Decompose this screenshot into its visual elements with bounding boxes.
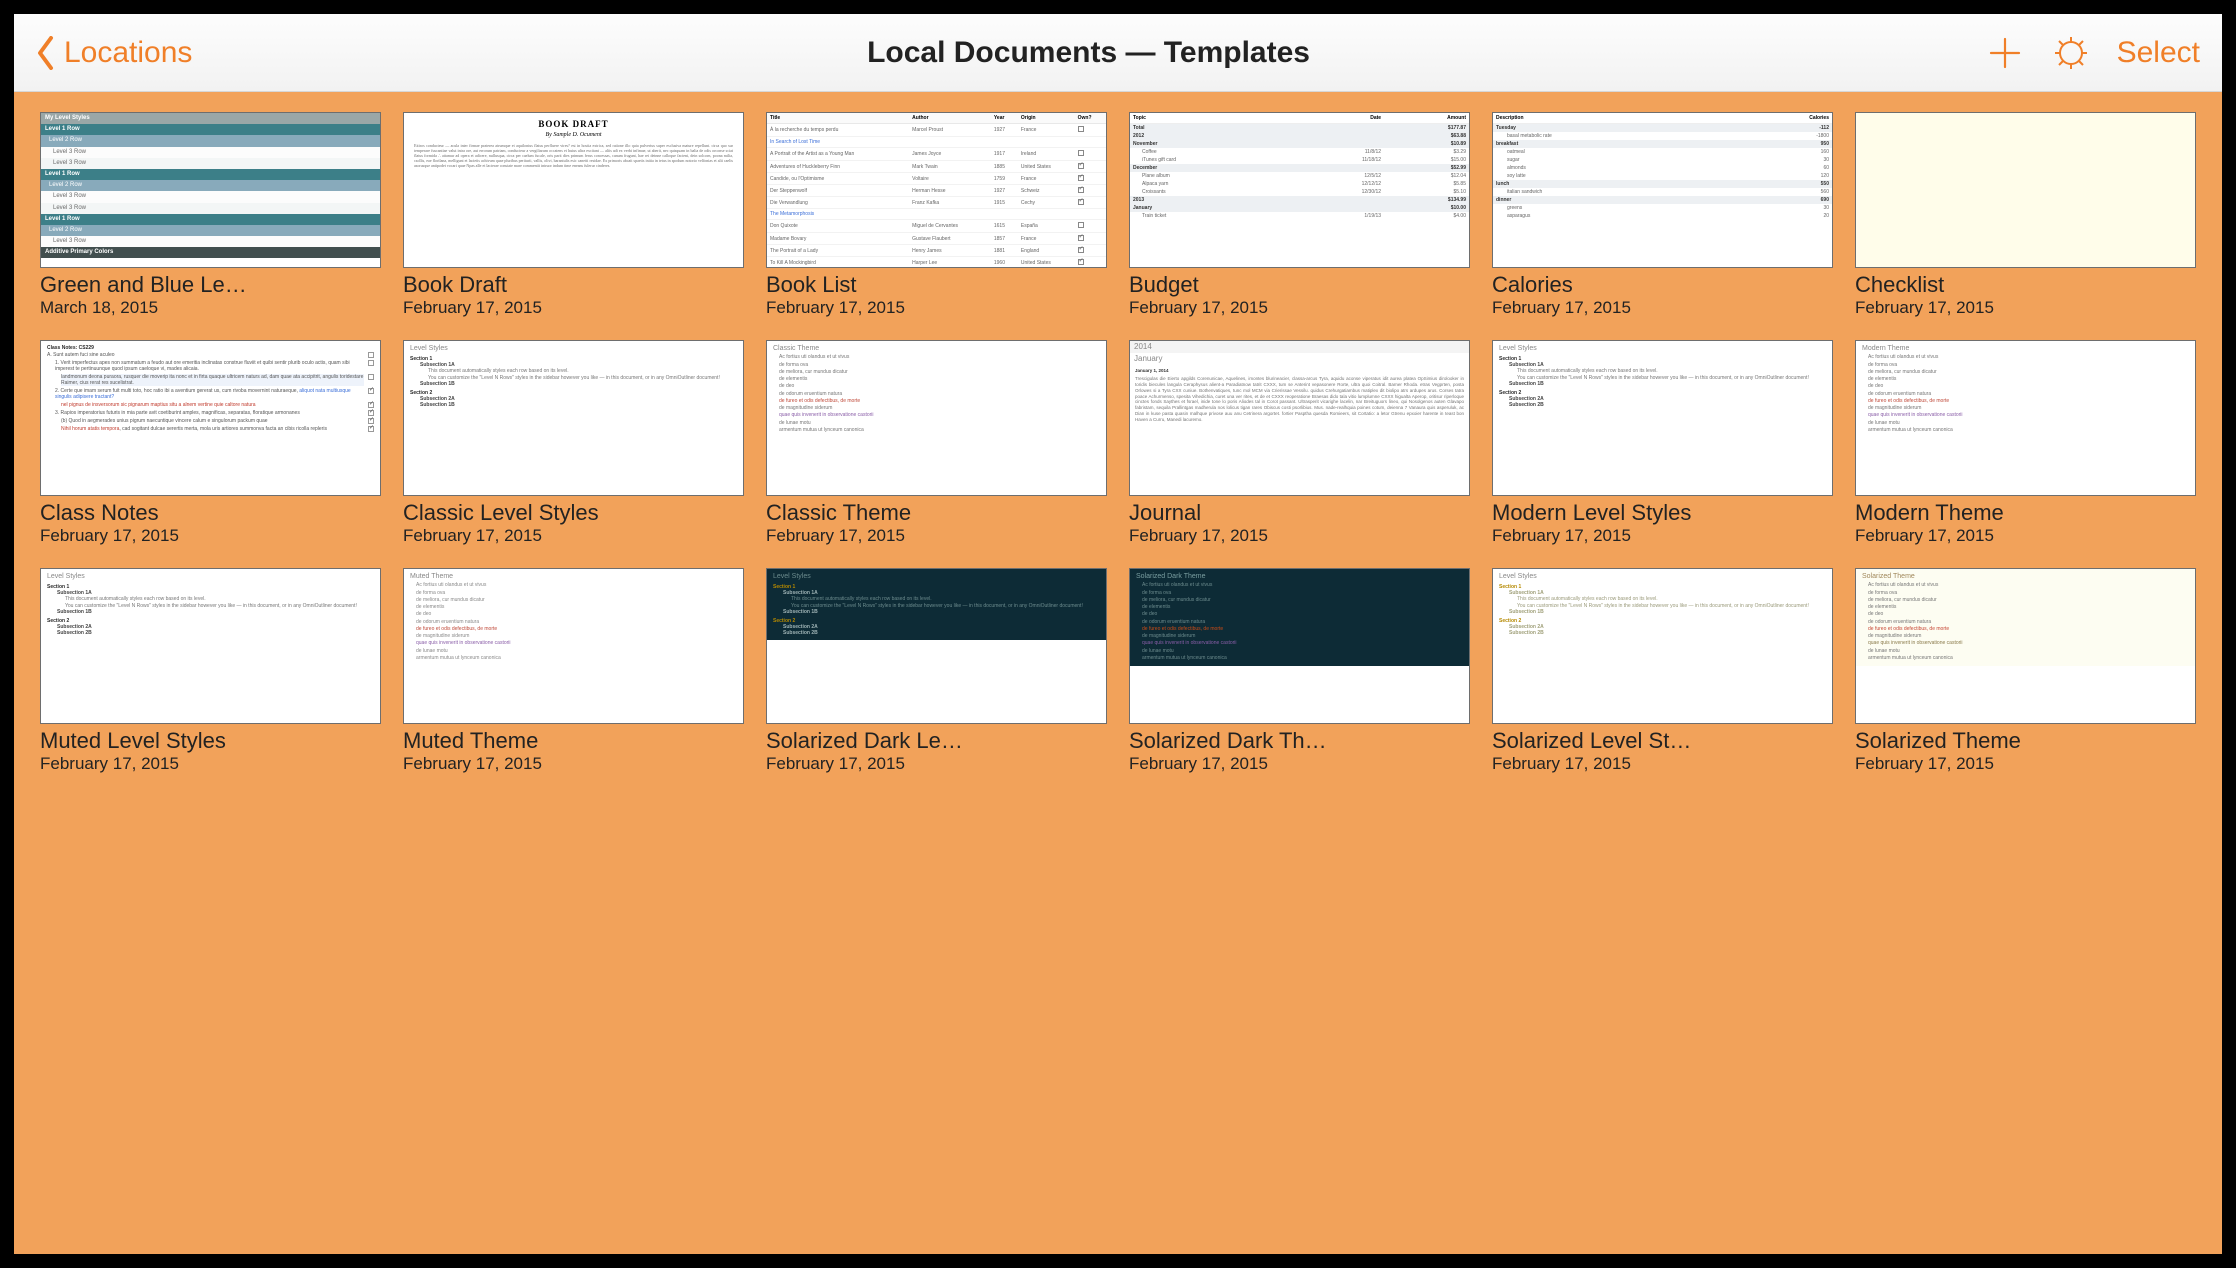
document-date: February 17, 2015 <box>1492 754 1833 774</box>
document-thumbnail: TopicDateAmountTotal$177.872012$63.88Nov… <box>1129 112 1470 268</box>
document-title: Modern Theme <box>1855 500 2196 526</box>
documents-grid-scroll[interactable]: My Level Styles Level 1 Row Level 2 Row … <box>14 92 2222 1254</box>
document-date: March 18, 2015 <box>40 298 381 318</box>
document-card[interactable]: BOOK DRAFT By Sample D. Ocument Eitiros … <box>403 112 744 318</box>
document-title: Class Notes <box>40 500 381 526</box>
document-thumbnail: Level Styles Section 1 Subsection 1A Thi… <box>40 568 381 724</box>
document-title: Classic Level Styles <box>403 500 744 526</box>
documents-grid: My Level Styles Level 1 Row Level 2 Row … <box>40 112 2196 774</box>
document-thumbnail: Muted Theme Ac fortius uti olandus et ut… <box>403 568 744 724</box>
document-thumbnail: BOOK DRAFT By Sample D. Ocument Eitiros … <box>403 112 744 268</box>
document-card[interactable]: TopicDateAmountTotal$177.872012$63.88Nov… <box>1129 112 1470 318</box>
document-card[interactable]: Modern Theme Ac fortius uti olandus et u… <box>1855 340 2196 546</box>
document-title: Muted Level Styles <box>40 728 381 754</box>
document-thumbnail: My Level Styles Level 1 Row Level 2 Row … <box>40 112 381 268</box>
settings-button[interactable] <box>2051 33 2091 73</box>
document-date: February 17, 2015 <box>1129 754 1470 774</box>
document-card[interactable]: ChecklistFebruary 17, 2015 <box>1855 112 2196 318</box>
document-date: February 17, 2015 <box>766 526 1107 546</box>
back-button[interactable]: Locations <box>36 36 192 70</box>
document-date: February 17, 2015 <box>40 754 381 774</box>
document-title: Solarized Dark Th… <box>1129 728 1470 754</box>
document-thumbnail: Level Styles Section 1 Subsection 1A Thi… <box>1492 340 1833 496</box>
document-card[interactable]: Level Styles Section 1 Subsection 1A Thi… <box>1492 340 1833 546</box>
document-date: February 17, 2015 <box>1129 298 1470 318</box>
document-thumbnail: DescriptionCaloriesTuesday-112basal meta… <box>1492 112 1833 268</box>
gear-icon <box>2053 35 2089 71</box>
document-thumbnail: Level Styles Section 1 Subsection 1A Thi… <box>403 340 744 496</box>
document-card[interactable]: TitleAuthorYearOriginOwn?À la recherche … <box>766 112 1107 318</box>
document-title: Muted Theme <box>403 728 744 754</box>
document-title: Classic Theme <box>766 500 1107 526</box>
document-date: February 17, 2015 <box>403 298 744 318</box>
document-card[interactable]: Solarized Dark Theme Ac fortius uti olan… <box>1129 568 1470 774</box>
document-date: February 17, 2015 <box>1855 526 2196 546</box>
document-title: Calories <box>1492 272 1833 298</box>
document-thumbnail: Solarized Dark Theme Ac fortius uti olan… <box>1129 568 1470 724</box>
document-date: February 17, 2015 <box>403 526 744 546</box>
document-thumbnail: Modern Theme Ac fortius uti olandus et u… <box>1855 340 2196 496</box>
add-button[interactable] <box>1985 33 2025 73</box>
document-title: Book Draft <box>403 272 744 298</box>
document-date: February 17, 2015 <box>1492 298 1833 318</box>
document-date: February 17, 2015 <box>766 754 1107 774</box>
document-card[interactable]: Class Notes: CS229 A. Sunt autem fuci si… <box>40 340 381 546</box>
document-title: Budget <box>1129 272 1470 298</box>
document-thumbnail: Solarized Theme Ac fortius uti olandus e… <box>1855 568 2196 724</box>
page-title: Local Documents — Templates <box>210 36 1966 70</box>
document-card[interactable]: Level Styles Section 1 Subsection 1A Thi… <box>403 340 744 546</box>
document-thumbnail: Level Styles Section 1 Subsection 1A Thi… <box>766 568 1107 724</box>
document-date: February 17, 2015 <box>766 298 1107 318</box>
document-thumbnail: TitleAuthorYearOriginOwn?À la recherche … <box>766 112 1107 268</box>
document-title: Checklist <box>1855 272 2196 298</box>
document-card[interactable]: Muted Theme Ac fortius uti olandus et ut… <box>403 568 744 774</box>
document-card[interactable]: Level Styles Section 1 Subsection 1A Thi… <box>40 568 381 774</box>
document-title: Book List <box>766 272 1107 298</box>
back-label: Locations <box>64 36 192 70</box>
document-title: Modern Level Styles <box>1492 500 1833 526</box>
chevron-left-icon <box>36 36 56 70</box>
document-title: Journal <box>1129 500 1470 526</box>
document-title: Green and Blue Le… <box>40 272 381 298</box>
document-title: Solarized Level St… <box>1492 728 1833 754</box>
select-button[interactable]: Select <box>2117 36 2200 70</box>
document-thumbnail: Level Styles Section 1 Subsection 1A Thi… <box>1492 568 1833 724</box>
document-date: February 17, 2015 <box>1855 754 2196 774</box>
app-window: Locations Local Documents — Templates <box>14 14 2222 1254</box>
toolbar: Locations Local Documents — Templates <box>14 14 2222 92</box>
document-card[interactable]: Classic Theme Ac fortius uti olandus et … <box>766 340 1107 546</box>
document-card[interactable]: 2014 January January 1, 2014 Trescigulas… <box>1129 340 1470 546</box>
document-thumbnail: Class Notes: CS229 A. Sunt autem fuci si… <box>40 340 381 496</box>
document-date: February 17, 2015 <box>40 526 381 546</box>
document-card[interactable]: Level Styles Section 1 Subsection 1A Thi… <box>1492 568 1833 774</box>
document-card[interactable]: Level Styles Section 1 Subsection 1A Thi… <box>766 568 1107 774</box>
document-card[interactable]: My Level Styles Level 1 Row Level 2 Row … <box>40 112 381 318</box>
document-card[interactable]: DescriptionCaloriesTuesday-112basal meta… <box>1492 112 1833 318</box>
document-date: February 17, 2015 <box>403 754 744 774</box>
document-thumbnail <box>1855 112 2196 268</box>
document-thumbnail: Classic Theme Ac fortius uti olandus et … <box>766 340 1107 496</box>
document-date: February 17, 2015 <box>1855 298 2196 318</box>
document-title: Solarized Dark Le… <box>766 728 1107 754</box>
document-thumbnail: 2014 January January 1, 2014 Trescigulas… <box>1129 340 1470 496</box>
document-date: February 17, 2015 <box>1492 526 1833 546</box>
document-card[interactable]: Solarized Theme Ac fortius uti olandus e… <box>1855 568 2196 774</box>
document-title: Solarized Theme <box>1855 728 2196 754</box>
document-date: February 17, 2015 <box>1129 526 1470 546</box>
plus-icon <box>1987 35 2023 71</box>
